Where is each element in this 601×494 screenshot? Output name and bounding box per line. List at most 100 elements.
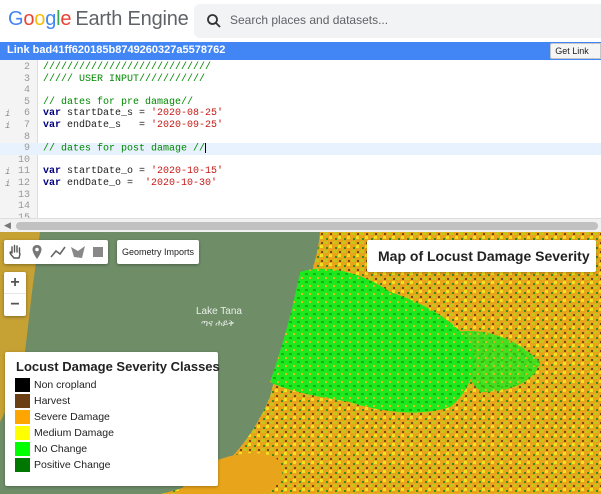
horizontal-scrollbar[interactable]: ◀ — [0, 218, 601, 232]
legend-swatch — [15, 458, 30, 472]
marker-icon[interactable] — [27, 242, 47, 262]
legend-swatch — [15, 394, 30, 408]
code-text: // dates for pre damage// — [43, 97, 193, 109]
code-token: ///// USER INPUT/////////// — [43, 73, 206, 85]
line-icon[interactable] — [48, 242, 68, 262]
code-line[interactable]: 5 // dates for pre damage// — [0, 97, 601, 109]
drawing-toolbar — [4, 240, 108, 264]
legend-swatch — [15, 442, 30, 456]
map-view[interactable]: Geometry Imports + − Map of Locust Damag… — [0, 232, 601, 494]
line-number: 8 — [23, 131, 30, 143]
code-token: endDate_o = — [61, 178, 146, 189]
map-title: Map of Locust Damage Severity — [378, 248, 590, 264]
legend-label: Positive Change — [34, 459, 111, 471]
logo-letter: e — [60, 8, 72, 30]
map-title-panel: Map of Locust Damage Severity — [367, 240, 596, 272]
code-text: var endDate_s = '2020-09-25' — [43, 120, 223, 132]
line-number: 4 — [23, 85, 30, 97]
code-token: var — [43, 178, 62, 189]
code-token: //////////////////////////// — [43, 62, 212, 73]
legend-label: No Change — [34, 443, 88, 455]
search-bar[interactable]: Search places and datasets... — [194, 4, 601, 38]
code-line[interactable]: 2 //////////////////////////// — [0, 62, 601, 74]
rectangle-icon[interactable] — [88, 242, 108, 262]
code-line[interactable]: 13 — [0, 190, 601, 202]
code-token: // dates for pre damage// — [43, 96, 194, 108]
code-line[interactable]: 11 i var startDate_o = '2020-10-15' — [0, 166, 601, 178]
zoom-out-button[interactable]: − — [4, 294, 26, 316]
lake-label: Lake Tana — [196, 306, 242, 317]
legend-item: Non cropland — [15, 378, 215, 392]
code-line[interactable]: 8 — [0, 132, 601, 144]
code-line[interactable]: 12 i var endDate_o = '2020-10-30' — [0, 178, 601, 190]
code-line[interactable]: 6 i var startDate_s = '2020-08-25' — [0, 108, 601, 120]
zoom-in-button[interactable]: + — [4, 272, 26, 294]
app-root: Google Earth Engine Search places and dat… — [0, 0, 601, 494]
scroll-left-icon[interactable]: ◀ — [4, 220, 11, 231]
logo-product-name: Earth Engine — [75, 8, 189, 30]
line-number: 10 — [17, 154, 30, 166]
geometry-imports-button[interactable]: Geometry Imports — [117, 240, 199, 264]
line-number: 2 — [23, 62, 30, 73]
code-text: //////////////////////////// — [43, 62, 211, 74]
legend-swatch — [15, 410, 30, 424]
legend-item: No Change — [15, 442, 215, 456]
info-icon[interactable]: i — [5, 108, 10, 120]
code-line[interactable]: 7 i var endDate_s = '2020-09-25' — [0, 120, 601, 132]
earth-engine-logo[interactable]: Google Earth Engine — [8, 8, 189, 31]
code-line[interactable]: 4 — [0, 85, 601, 97]
info-icon[interactable]: i — [5, 166, 10, 178]
code-token: var — [43, 120, 62, 131]
scrollbar-thumb[interactable] — [16, 222, 598, 230]
logo-letter: g — [45, 8, 57, 30]
legend-label: Non cropland — [34, 379, 97, 391]
code-token: var — [43, 108, 62, 120]
legend-label: Severe Damage — [34, 411, 110, 423]
legend-title: Locust Damage Severity Classes — [16, 359, 220, 374]
code-text: ///// USER INPUT/////////// — [43, 74, 205, 86]
code-token: endDate_s = — [61, 120, 152, 131]
get-link-button[interactable]: Get Link — [550, 43, 594, 59]
legend-item: Medium Damage — [15, 426, 215, 440]
code-token: '2020-09-25' — [151, 120, 224, 131]
legend-label: Harvest — [34, 395, 71, 407]
code-line[interactable]: 14 — [0, 201, 601, 213]
header: Google Earth Engine Search places and dat… — [0, 0, 601, 42]
legend-swatch — [15, 426, 30, 440]
legend-item: Harvest — [15, 394, 215, 408]
code-line[interactable]: 10 — [0, 155, 601, 167]
code-token: var — [43, 166, 62, 178]
search-icon — [207, 14, 221, 28]
legend-label: Medium Damage — [34, 427, 114, 439]
code-token: // dates for post damage // — [43, 143, 206, 155]
text-cursor — [205, 143, 207, 154]
code-token: '2020-08-25' — [151, 108, 224, 120]
logo-letter: o — [23, 8, 35, 30]
line-number: 14 — [17, 201, 30, 213]
legend-item: Severe Damage — [15, 410, 215, 424]
link-bar: Link bad41ff620185b8749260327a5578762 Ge… — [0, 42, 601, 60]
script-link-text[interactable]: Link bad41ff620185b8749260327a5578762 — [7, 44, 225, 56]
legend-swatch — [15, 378, 30, 392]
code-token: '2020-10-30' — [145, 178, 218, 189]
code-token: startDate_o = — [61, 166, 152, 178]
search-input[interactable]: Search places and datasets... — [230, 13, 388, 27]
get-link-dropdown-button[interactable] — [593, 43, 601, 59]
code-text: var endDate_o = '2020-10-30' — [43, 178, 217, 190]
code-line[interactable]: 9 // dates for post damage // — [0, 143, 601, 156]
logo-letter: o — [34, 8, 46, 30]
code-line[interactable]: 3 ///// USER INPUT/////////// — [0, 74, 601, 86]
code-text: var startDate_s = '2020-08-25' — [43, 108, 223, 120]
zoom-control: + − — [4, 272, 26, 316]
hand-icon[interactable] — [6, 242, 26, 262]
legend-panel: Locust Damage Severity Classes Non cropl… — [5, 352, 220, 486]
lake-label-local: ጣና ሐይቅ — [201, 318, 235, 328]
code-text: var startDate_o = '2020-10-15' — [43, 166, 223, 178]
info-icon[interactable]: i — [5, 178, 10, 190]
code-token: startDate_s = — [61, 108, 152, 120]
code-token: '2020-10-15' — [151, 166, 224, 178]
code-editor[interactable]: 2 //////////////////////////// 3 ///// USER… — [0, 60, 601, 232]
logo-letter: G — [8, 8, 24, 30]
info-icon[interactable]: i — [5, 120, 10, 132]
polygon-icon[interactable] — [68, 242, 88, 262]
